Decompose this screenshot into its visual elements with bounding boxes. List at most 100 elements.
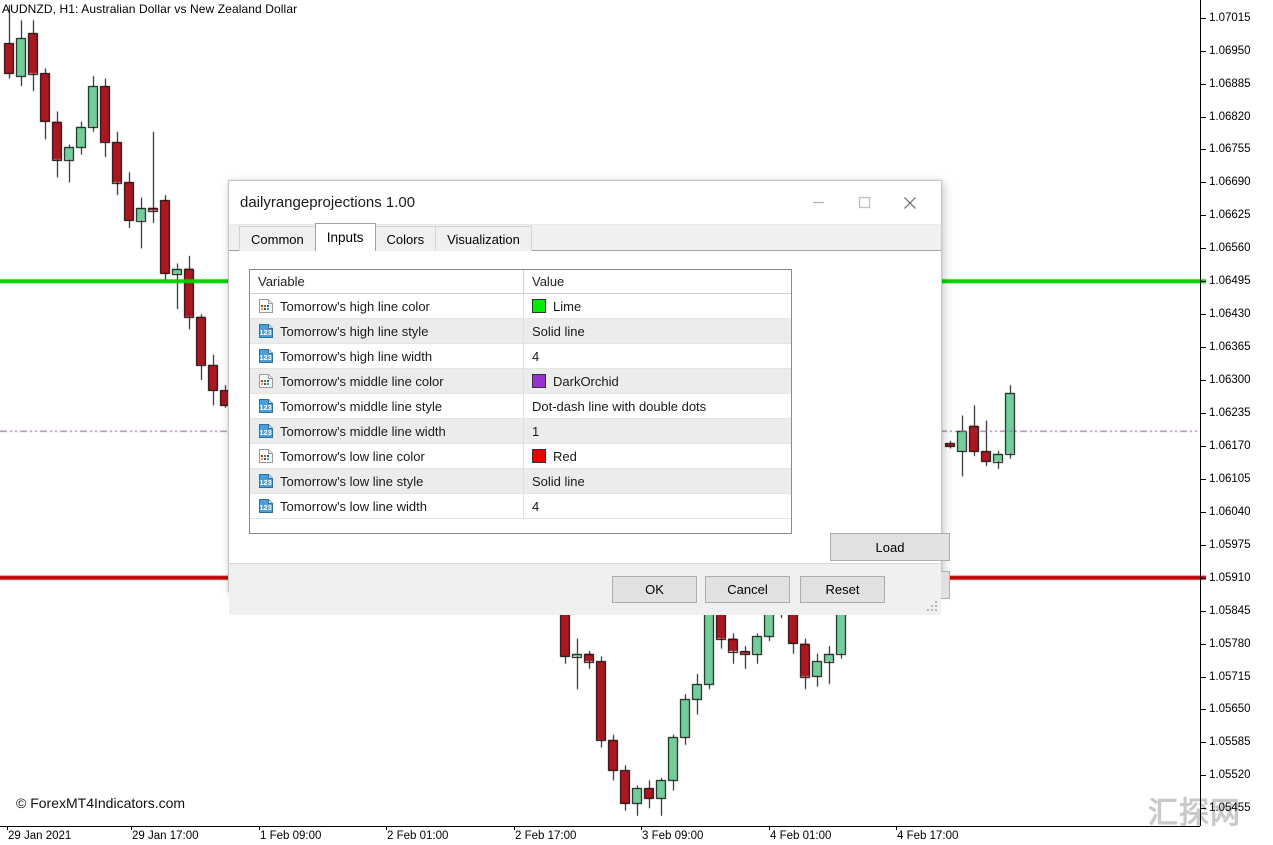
ok-button[interactable]: OK [612,576,697,603]
time-axis-tick: 3 Feb 09:00 [642,830,703,842]
table-row[interactable]: 123Tomorrow's high line style Solid line [250,319,791,344]
tab-common[interactable]: Common [239,226,316,251]
table-row[interactable]: 123 Tomorrow's middle line width 1 [250,419,791,444]
price-axis-tick: 1.06755 [1201,143,1251,155]
dialog-titlebar[interactable]: dailyrangeprojections 1.00 [229,181,941,225]
price-axis-tick: 1.06105 [1201,473,1251,485]
table-row[interactable]: 123 Tomorrow's middle line style Dot-dash … [250,394,791,419]
parameters-table[interactable]: Variable Value Tomorrow's high line colo… [249,269,792,534]
cell-variable: 123Tomorrow's low line width [250,494,524,518]
value-label: Lime [553,299,581,314]
price-axis-tick: 1.06950 [1201,45,1251,57]
time-axis-tick: 29 Jan 2021 [8,830,71,842]
cancel-button[interactable]: Cancel [705,576,790,603]
cell-variable: 123Tomorrow's low line style [250,469,524,493]
time-axis-tick: 2 Feb 01:00 [387,830,448,842]
price-axis-tick: 1.05975 [1201,539,1251,551]
cell-value[interactable]: Lime [524,294,791,318]
load-button[interactable]: Load [830,533,950,561]
cell-variable: 123 Tomorrow's middle line style [250,394,524,418]
price-axis-tick: 1.05845 [1201,605,1251,617]
cell-value[interactable]: 4 [524,494,791,518]
value-label: Dot-dash line with double dots [532,399,706,414]
inputs-tab-panel: Variable Value Tomorrow's high line colo… [229,251,941,564]
table-row[interactable]: 123Tomorrow's low line width 4 [250,494,791,519]
variable-label: Tomorrow's high line width [280,349,432,364]
variable-label: Tomorrow's middle line width [280,424,446,439]
indicator-properties-dialog[interactable]: dailyrangeprojections 1.00 CommonInputsC… [228,180,942,592]
svg-text:123: 123 [259,328,271,337]
price-axis-tick: 1.05520 [1201,769,1251,781]
price-axis-tick: 1.05650 [1201,703,1251,715]
price-axis-tick: 1.05910 [1201,572,1251,584]
price-axis-tick: 1.06430 [1201,308,1251,320]
color-palette-icon [258,298,274,314]
cell-value[interactable]: DarkOrchid [524,369,791,393]
variable-label: Tomorrow's low line color [280,449,425,464]
table-row[interactable]: 123 Tomorrow's high line width 4 [250,344,791,369]
svg-text:123: 123 [259,503,271,512]
value-label: Red [553,449,577,464]
variable-label: Tomorrow's middle line style [280,399,442,414]
price-axis-tick: 1.06300 [1201,374,1251,386]
table-row[interactable]: Tomorrow's middle line colorDarkOrchid [250,369,791,394]
value-label: 1 [532,424,539,439]
cell-value[interactable]: Solid line [524,319,791,343]
app-root: AUDNZD, H1: Australian Dollar vs New Zea… [0,0,1273,845]
value-label: DarkOrchid [553,374,619,389]
color-swatch [532,299,546,313]
price-axis-tick: 1.05780 [1201,638,1251,650]
cell-value[interactable]: 1 [524,419,791,443]
table-row[interactable]: 123Tomorrow's low line style Solid line [250,469,791,494]
cell-value[interactable]: Solid line [524,469,791,493]
table-row[interactable]: Tomorrow's high line colorLime [250,294,791,319]
table-body[interactable]: Tomorrow's high line colorLime123Tomorro… [250,294,791,519]
color-swatch [532,374,546,388]
svg-text:123: 123 [259,478,271,487]
price-axis-tick: 1.07015 [1201,12,1251,24]
cell-variable: Tomorrow's low line color [250,444,524,468]
close-icon[interactable] [887,181,933,224]
value-label: Solid line [532,474,585,489]
dialog-tabstrip[interactable]: CommonInputsColorsVisualization [229,225,941,251]
value-label: Solid line [532,324,585,339]
dialog-title: dailyrangeprojections 1.00 [240,194,415,211]
tab-visualization[interactable]: Visualization [435,226,532,251]
svg-text:123: 123 [259,353,271,362]
time-axis-tick: 4 Feb 01:00 [770,830,831,842]
price-axis-tick: 1.06820 [1201,111,1251,123]
cell-variable: 123 Tomorrow's high line width [250,344,524,368]
color-palette-icon [258,448,274,464]
cell-variable: 123 Tomorrow's middle line width [250,419,524,443]
chart-copyright-label: © ForexMT4Indicators.com [16,795,185,811]
table-row[interactable]: Tomorrow's low line color Red [250,444,791,469]
dialog-footer: OK Cancel Reset [229,564,941,615]
cell-value[interactable]: Dot-dash line with double dots [524,394,791,418]
tab-inputs[interactable]: Inputs [315,223,376,251]
cell-value[interactable]: Red [524,444,791,468]
minimize-icon[interactable] [795,181,841,224]
chart-symbol-label: AUDNZD, H1: Australian Dollar vs New Zea… [2,2,297,16]
time-axis[interactable]: 29 Jan 202129 Jan 17:001 Feb 09:002 Feb … [0,826,1200,845]
time-axis-tick: 1 Feb 09:00 [260,830,321,842]
svg-text:123: 123 [259,428,271,437]
price-axis-tick: 1.06235 [1201,407,1251,419]
price-axis-tick: 1.06170 [1201,440,1251,452]
tab-colors[interactable]: Colors [375,226,437,251]
value-label: 4 [532,499,539,514]
cell-variable: 123Tomorrow's high line style [250,319,524,343]
table-header-row: Variable Value [250,270,791,294]
price-axis-tick: 1.06885 [1201,78,1251,90]
cell-value[interactable]: 4 [524,344,791,368]
resize-grip-icon[interactable] [926,600,938,612]
value-label: 4 [532,349,539,364]
maximize-icon[interactable] [841,181,887,224]
number-123-icon: 123 [258,498,274,514]
price-axis[interactable]: 1.070151.069501.068851.068201.067551.066… [1200,0,1273,826]
price-axis-tick: 1.06040 [1201,506,1251,518]
number-123-icon: 123 [258,473,274,489]
svg-text:123: 123 [259,403,271,412]
price-axis-tick: 1.05455 [1201,802,1251,814]
number-123-icon: 123 [258,348,274,364]
reset-button[interactable]: Reset [800,576,885,603]
